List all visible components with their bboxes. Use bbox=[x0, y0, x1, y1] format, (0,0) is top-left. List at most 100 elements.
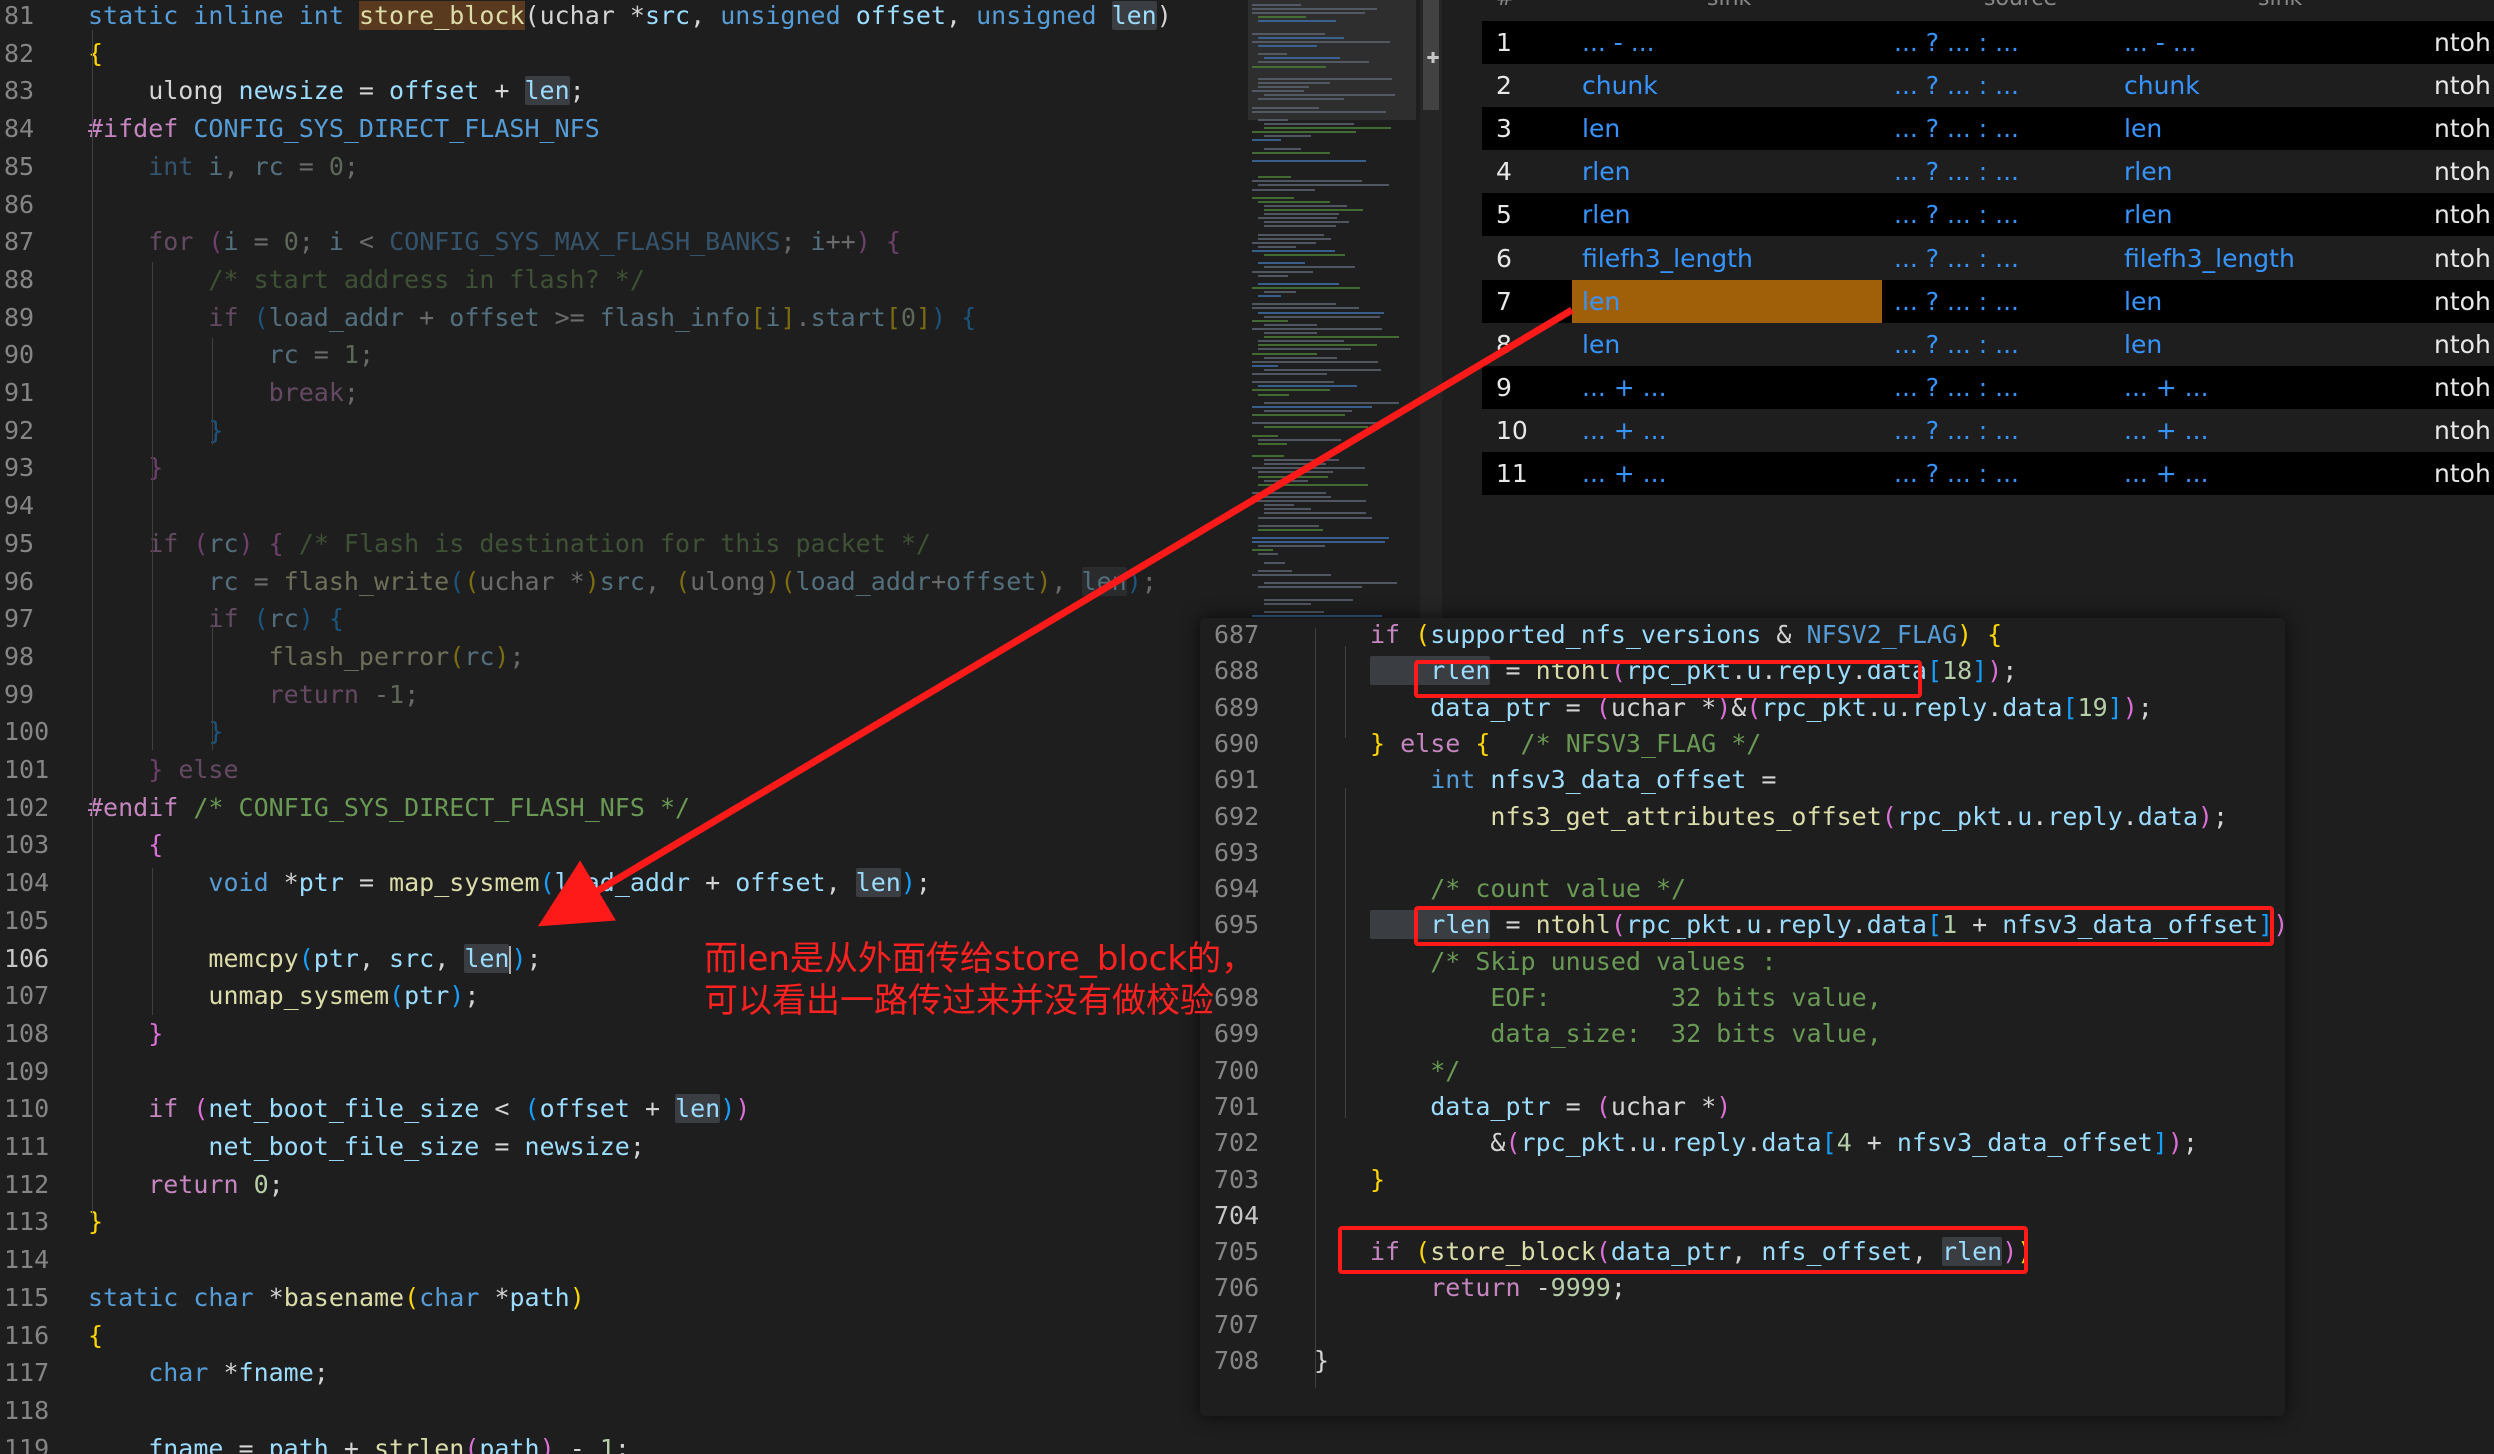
code-line[interactable]: 110 if (net_boot_file_size < (offset + l… bbox=[0, 1091, 1245, 1127]
table-row[interactable]: 11... + ...... ? ... : ...... + ... ntoh bbox=[1482, 452, 2494, 495]
sink-link-2[interactable]: len bbox=[2124, 107, 2162, 150]
table-row[interactable]: 10... + ...... ? ... : ...... + ... ntoh bbox=[1482, 408, 2494, 452]
line-number[interactable]: 88 bbox=[0, 262, 36, 298]
code-line[interactable]: 88 /* start address in flash? */ bbox=[0, 262, 1245, 298]
sink-link-2[interactable]: ... - ... bbox=[2124, 21, 2197, 64]
line-number[interactable]: 97 bbox=[0, 601, 36, 637]
code-line[interactable]: 105 bbox=[0, 903, 1245, 939]
source-link[interactable]: ... ? ... : ... bbox=[1894, 150, 2019, 193]
sink-link-2[interactable]: len bbox=[2124, 323, 2162, 366]
code-line[interactable]: 100 } bbox=[0, 714, 1245, 750]
code-line[interactable]: 103 { bbox=[0, 827, 1245, 863]
table-row[interactable]: 5 rlen... ? ... : ... rlen ntoh bbox=[1482, 193, 2494, 237]
header-sink-2[interactable]: sink bbox=[2258, 0, 2302, 11]
line-number[interactable]: 117 bbox=[0, 1355, 49, 1391]
line-number[interactable]: 86 bbox=[0, 187, 36, 223]
code-line[interactable]: 97 if (rc) { bbox=[0, 601, 1245, 637]
sink-link-2[interactable]: ... + ... bbox=[2124, 366, 2209, 409]
line-number[interactable]: 107 bbox=[0, 978, 49, 1014]
line-number[interactable]: 83 bbox=[0, 73, 36, 109]
line-number[interactable]: 93 bbox=[0, 450, 36, 486]
minimap[interactable] bbox=[1248, 0, 1416, 620]
line-number[interactable]: 103 bbox=[0, 827, 49, 863]
line-number[interactable]: 95 bbox=[0, 526, 36, 562]
line-number[interactable]: 115 bbox=[0, 1280, 49, 1316]
sink-link[interactable]: len bbox=[1482, 280, 1792, 323]
line-number[interactable]: 87 bbox=[0, 224, 36, 260]
code-line[interactable]: 83 ulong newsize = offset + len; bbox=[0, 73, 1245, 109]
code-line[interactable]: 104 void *ptr = map_sysmem(load_addr + o… bbox=[0, 865, 1245, 901]
sink-link[interactable]: chunk bbox=[1482, 64, 1792, 107]
source-link[interactable]: ... ? ... : ... bbox=[1894, 409, 2019, 452]
line-number[interactable]: 99 bbox=[0, 677, 36, 713]
code-line[interactable]: 119 fname = path + strlen(path) - 1; bbox=[0, 1431, 1245, 1454]
line-number[interactable]: 85 bbox=[0, 149, 36, 185]
code-line[interactable]: 95 if (rc) { /* Flash is destination for… bbox=[0, 526, 1245, 562]
code-line[interactable]: 99 return -1; bbox=[0, 677, 1245, 713]
line-number[interactable]: 82 bbox=[0, 36, 36, 72]
code-line[interactable]: 113} bbox=[0, 1204, 1245, 1240]
code-line[interactable]: 102 #endif /* CONFIG_SYS_DIRECT_FLASH_NFS… bbox=[0, 790, 1245, 826]
line-number[interactable]: 101 bbox=[0, 752, 49, 788]
line-number[interactable]: 84 bbox=[0, 111, 36, 147]
line-number[interactable]: 91 bbox=[0, 375, 36, 411]
sink-link-2[interactable]: ... + ... bbox=[2124, 452, 2209, 495]
source-link[interactable]: ... ? ... : ... bbox=[1894, 21, 2019, 64]
line-number[interactable]: 94 bbox=[0, 488, 36, 524]
table-row[interactable]: 6 filefh3_length... ? ... : ... filefh3_le… bbox=[1482, 236, 2494, 280]
code-line[interactable]: 84 #ifdef CONFIG_SYS_DIRECT_FLASH_NFS bbox=[0, 111, 1245, 147]
sink-link[interactable]: filefh3_length bbox=[1482, 237, 1792, 280]
sink-link[interactable]: ... - ... bbox=[1482, 21, 1792, 64]
line-number[interactable]: 98 bbox=[0, 639, 36, 675]
line-number[interactable]: 113 bbox=[0, 1204, 49, 1240]
code-line[interactable]: 90 rc = 1; bbox=[0, 337, 1245, 373]
table-row[interactable]: 7 len... ? ... : ... len ntoh bbox=[1482, 279, 2494, 323]
code-line[interactable]: 96 rc = flash_write((uchar *)src, (ulong… bbox=[0, 564, 1245, 600]
code-line[interactable]: 116 { bbox=[0, 1318, 1245, 1354]
code-line[interactable]: 112 return 0; bbox=[0, 1167, 1245, 1203]
header-sink[interactable]: sink bbox=[1707, 0, 1751, 11]
line-number[interactable]: 96 bbox=[0, 564, 36, 600]
code-line[interactable]: 81 static inline int store_block(uchar *s… bbox=[0, 0, 1245, 34]
source-link[interactable]: ... ? ... : ... bbox=[1894, 323, 2019, 366]
code-line[interactable]: 114 bbox=[0, 1242, 1245, 1278]
line-number[interactable]: 112 bbox=[0, 1167, 49, 1203]
line-number[interactable]: 116 bbox=[0, 1318, 49, 1354]
sink-link-2[interactable]: rlen bbox=[2124, 150, 2172, 193]
line-number[interactable]: 106 bbox=[0, 941, 49, 977]
source-link[interactable]: ... ? ... : ... bbox=[1894, 452, 2019, 495]
left-code-editor[interactable]: 81 static inline int store_block(uchar *s… bbox=[0, 0, 1245, 1454]
line-number[interactable]: 100 bbox=[0, 714, 49, 750]
code-line[interactable]: 115 static char *basename(char *path) bbox=[0, 1280, 1245, 1316]
editor-scrollbar[interactable] bbox=[1420, 0, 1442, 620]
line-number[interactable]: 92 bbox=[0, 413, 36, 449]
source-link[interactable]: ... ? ... : ... bbox=[1894, 64, 2019, 107]
line-number[interactable]: 81 bbox=[0, 0, 36, 34]
code-line[interactable]: 85 int i, rc = 0; bbox=[0, 149, 1245, 185]
line-number[interactable]: 102 bbox=[0, 790, 49, 826]
code-line[interactable]: 111 net_boot_file_size = newsize; bbox=[0, 1129, 1245, 1165]
line-number[interactable]: 104 bbox=[0, 865, 49, 901]
sink-link[interactable]: ... + ... bbox=[1482, 452, 1792, 495]
code-line[interactable]: 98 flash_perror(rc); bbox=[0, 639, 1245, 675]
code-line[interactable]: 86 bbox=[0, 187, 1245, 223]
line-number[interactable]: 114 bbox=[0, 1242, 49, 1278]
sink-link-2[interactable]: rlen bbox=[2124, 193, 2172, 236]
sink-link[interactable]: len bbox=[1482, 323, 1792, 366]
code-line[interactable]: 109 bbox=[0, 1054, 1245, 1090]
header-index[interactable]: # bbox=[1496, 0, 1514, 11]
source-link[interactable]: ... ? ... : ... bbox=[1894, 280, 2019, 323]
sink-link-2[interactable]: chunk bbox=[2124, 64, 2200, 107]
table-row[interactable]: 4 rlen... ? ... : ... rlen ntoh bbox=[1482, 150, 2494, 194]
table-row[interactable]: 8 len... ? ... : ... len ntoh bbox=[1482, 322, 2494, 366]
code-line[interactable]: 117 char *fname; bbox=[0, 1355, 1245, 1391]
line-number[interactable]: 119 bbox=[0, 1431, 49, 1454]
code-line[interactable]: 91 break; bbox=[0, 375, 1245, 411]
table-row[interactable]: 3 len... ? ... : ... len ntoh bbox=[1482, 107, 2494, 151]
line-number[interactable]: 109 bbox=[0, 1054, 49, 1090]
line-number[interactable]: 118 bbox=[0, 1393, 49, 1429]
source-link[interactable]: ... ? ... : ... bbox=[1894, 193, 2019, 236]
sink-link[interactable]: ... + ... bbox=[1482, 409, 1792, 452]
header-source[interactable]: source bbox=[1984, 0, 2057, 11]
sink-link[interactable]: rlen bbox=[1482, 193, 1792, 236]
